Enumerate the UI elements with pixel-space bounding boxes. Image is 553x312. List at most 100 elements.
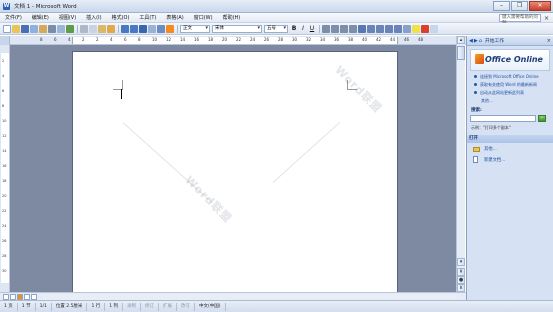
text-cursor: [121, 89, 122, 99]
open-item-label[interactable]: 其他...: [484, 146, 497, 152]
watermark-text: Word联盟: [332, 63, 385, 116]
vruler-number: 30: [2, 269, 7, 273]
status-overtype[interactable]: 改写: [177, 302, 196, 311]
columns-icon[interactable]: [157, 24, 165, 33]
open-item[interactable]: 其他...: [473, 146, 550, 152]
justify-icon[interactable]: [349, 24, 357, 33]
task-link[interactable]: 连接到 Microsoft Office Online: [474, 74, 550, 79]
hyperlink-icon[interactable]: [139, 24, 147, 33]
menu-table[interactable]: 表格(A): [161, 13, 188, 23]
help-search-input[interactable]: 键入需要帮助的问题: [498, 14, 541, 26]
task-link[interactable]: 获取有关使用 Word 的最新新闻: [474, 82, 550, 87]
save-icon[interactable]: [21, 24, 29, 33]
document-area[interactable]: Word联盟 Word联盟: [10, 45, 456, 292]
print-icon[interactable]: [48, 24, 56, 33]
back-arrow-icon[interactable]: ◀: [469, 38, 473, 44]
task-link-text[interactable]: 连接到 Microsoft Office Online: [480, 74, 539, 79]
task-pane-header: ◀ ▶ ⌂ 开始工作 ×: [467, 36, 553, 46]
vruler-number: 6: [2, 89, 5, 93]
status-bar: 1 页 1 节 1/1 位置 2.5厘米 1 行 1 列 录制 修订 扩展 改写…: [0, 300, 553, 312]
ruler-number: 20: [222, 37, 228, 42]
decrease-indent-icon[interactable]: [385, 24, 393, 33]
previous-page-icon[interactable]: ⇞: [457, 268, 465, 276]
underline-button[interactable]: U: [308, 25, 316, 33]
style-select[interactable]: 正文: [180, 24, 210, 33]
select-browse-object-icon[interactable]: ●: [457, 276, 465, 284]
cut-icon[interactable]: [80, 24, 88, 33]
menu-window[interactable]: 窗口(W): [189, 13, 218, 23]
spelling-icon[interactable]: [66, 24, 74, 33]
vruler-number: 18: [2, 179, 7, 183]
open-item[interactable]: 新建文档...: [473, 156, 550, 163]
bold-button[interactable]: B: [290, 25, 298, 33]
task-pane-title[interactable]: 开始工作: [485, 37, 547, 44]
vertical-scrollbar[interactable]: ▴ ▾ ⇞ ● ⇟: [456, 36, 465, 292]
new-document-icon[interactable]: [3, 24, 11, 33]
menu-tools[interactable]: 工具(T): [134, 13, 161, 23]
font-color-icon[interactable]: [421, 24, 429, 33]
menu-help[interactable]: 帮助(H): [218, 13, 246, 23]
document-page[interactable]: Word联盟 Word联盟: [72, 51, 398, 292]
vertical-ruler[interactable]: 2 4 6 8 10 12 14 16 18 20 22 24 26 28 30: [0, 45, 10, 292]
restore-button[interactable]: ❐: [511, 1, 528, 11]
menu-view[interactable]: 视图(V): [54, 13, 81, 23]
forward-arrow-icon[interactable]: ▶: [474, 38, 478, 44]
numbering-icon[interactable]: [367, 24, 375, 33]
table-icon[interactable]: [148, 24, 156, 33]
ruler-number: 22: [236, 37, 242, 42]
menu-file[interactable]: 文件(F): [0, 13, 27, 23]
vruler-number: 12: [2, 134, 7, 138]
vruler-number: 4: [2, 74, 5, 78]
menu-format[interactable]: 格式(O): [107, 13, 135, 23]
search-go-icon[interactable]: ›: [538, 115, 546, 122]
task-pane-close-icon[interactable]: ×: [547, 38, 551, 44]
horizontal-ruler[interactable]: 8 6 4 2 2 4 6 8 10 12 14 16 18 20 22 24 26 28 30 32 34 36 38 40…: [10, 36, 466, 45]
home-icon[interactable]: ⌂: [479, 38, 482, 44]
line-spacing-icon[interactable]: [358, 24, 366, 33]
status-record[interactable]: 录制: [123, 302, 142, 311]
scroll-up-icon[interactable]: ▴: [457, 36, 465, 44]
task-link[interactable]: 自动从此网站更新此列表: [474, 90, 550, 95]
task-link-text[interactable]: 自动从此网站更新此列表: [480, 90, 524, 95]
scroll-thumb[interactable]: [457, 46, 465, 60]
print-preview-icon[interactable]: [57, 24, 65, 33]
task-pane-body: Office Online 连接到 Microsoft Office Onlin…: [467, 46, 553, 170]
tab-selector[interactable]: [0, 36, 10, 45]
highlight-icon[interactable]: [412, 24, 420, 33]
redo-icon[interactable]: [130, 24, 138, 33]
font-select[interactable]: 宋体: [212, 24, 262, 33]
align-center-icon[interactable]: [331, 24, 339, 33]
more-link[interactable]: 其他...: [481, 98, 550, 104]
open-folder-icon[interactable]: [12, 24, 20, 33]
border-icon[interactable]: [403, 24, 411, 33]
italic-button[interactable]: I: [299, 25, 307, 33]
task-link-text[interactable]: 获取有关使用 Word 的最新新闻: [480, 82, 537, 87]
paste-icon[interactable]: [98, 24, 106, 33]
undo-icon[interactable]: [121, 24, 129, 33]
scroll-down-icon[interactable]: ▾: [457, 258, 465, 266]
drawing-icon[interactable]: [166, 24, 174, 33]
ruler-number: 6: [54, 37, 57, 42]
search-input[interactable]: [470, 115, 536, 122]
align-left-icon[interactable]: [322, 24, 330, 33]
bullets-icon[interactable]: [376, 24, 384, 33]
font-size-select[interactable]: 五号: [264, 24, 288, 33]
vruler-number: 26: [2, 239, 7, 243]
copy-icon[interactable]: [89, 24, 97, 33]
open-item-label[interactable]: 新建文档...: [484, 157, 505, 163]
permission-icon[interactable]: [30, 24, 38, 33]
next-page-icon[interactable]: ⇟: [457, 284, 465, 292]
format-painter-icon[interactable]: [107, 24, 115, 33]
document-close-button[interactable]: ×: [544, 15, 549, 22]
office-logo-icon: [475, 54, 484, 64]
toolbar-options-icon[interactable]: [430, 24, 438, 33]
increase-indent-icon[interactable]: [394, 24, 402, 33]
status-track-changes[interactable]: 修订: [141, 302, 160, 311]
email-icon[interactable]: [39, 24, 47, 33]
status-extend[interactable]: 扩展: [159, 302, 178, 311]
close-button[interactable]: ✕: [529, 1, 551, 11]
minimize-button[interactable]: –: [493, 1, 510, 11]
menu-insert[interactable]: 插入(I): [81, 13, 106, 23]
menu-edit[interactable]: 编辑(E): [27, 13, 54, 23]
align-right-icon[interactable]: [340, 24, 348, 33]
